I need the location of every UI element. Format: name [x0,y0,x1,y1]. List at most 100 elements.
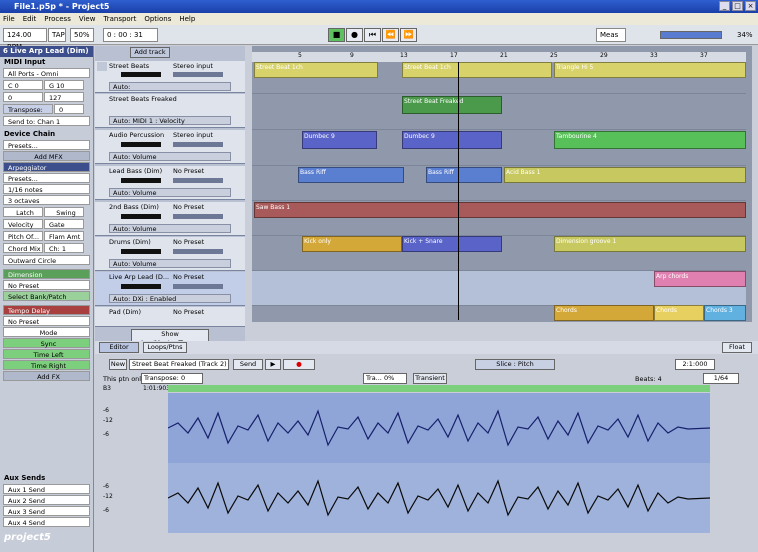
clip-acid-bass[interactable]: Acid Bass 1 [504,167,746,183]
tempo-delay-preset-select[interactable]: No Preset [3,316,90,326]
clip-street-beat-1[interactable]: Street Beat 1ch [254,62,378,78]
latch-button[interactable]: Latch [3,207,43,217]
minimize-button[interactable]: _ [719,1,730,11]
tempo-display[interactable]: 124.00 BPM [3,28,47,51]
new-pattern-button[interactable]: New [109,359,127,370]
arp-notes-select[interactable]: 1/16 notes [3,184,90,194]
clip-tambourine[interactable]: Tambourine 4 [554,131,746,149]
record-pattern-button[interactable]: ● [283,359,315,370]
clip-dumbec-2[interactable]: Dumbec 9 [402,131,502,149]
timeline-ruler[interactable]: 5 9 13 17 21 25 29 33 37 [252,52,746,62]
tap-button[interactable]: TAP [48,28,66,42]
dimension-header[interactable]: Dimension [3,269,90,279]
waveform-area[interactable] [167,393,711,533]
add-fx-button[interactable]: Add FX [3,371,90,381]
record-button[interactable]: ● [346,28,363,42]
rewind-button[interactable]: ⏪ [382,28,399,42]
add-mfx-button[interactable]: Add MFX [3,151,90,161]
channel-select[interactable]: Ch: 1 [44,243,84,253]
menu-transport[interactable]: Transport [103,13,136,25]
rewind-start-button[interactable]: ⏮ [364,28,381,42]
volume-slider[interactable] [173,142,223,147]
clip-dimension-groove[interactable]: Dimension groove 1 [554,236,746,252]
track-preset[interactable]: Stereo input [173,131,213,139]
track-preset[interactable]: No Preset [173,167,204,175]
gate-button[interactable]: Gate [44,219,84,229]
maximize-button[interactable]: □ [732,1,743,11]
transient-button[interactable]: Transient [413,373,447,384]
aux-1-send[interactable]: Aux 1 Send [3,484,90,494]
track-preset[interactable]: No Preset [173,308,204,316]
aux-2-send[interactable]: Aux 2 Send [3,495,90,505]
loop-region-bar[interactable] [168,385,710,392]
clip-street-beat-2[interactable]: Street Beat 1ch [402,62,552,78]
pattern-select[interactable]: Street Beat Freaked (Track 2) [129,359,229,370]
slice-mode-select[interactable]: Slice : Pitch [475,359,555,370]
td-param-time-right[interactable]: Time Right [3,360,90,370]
clip-bass-riff-1[interactable]: Bass Riff [298,167,404,183]
send-button[interactable]: Send [233,359,263,370]
clip-bass-riff-2[interactable]: Bass Riff [426,167,502,183]
time-display[interactable]: 0 : 00 : 31 [103,28,158,42]
add-track-button[interactable]: Add track [130,47,170,58]
track-row-6-selected[interactable]: Live Arp Lead (D... No Preset Auto: DXi … [95,272,245,306]
clip-triangle-hi[interactable]: Triangle Hi 5 [554,62,746,78]
arp-octaves-select[interactable]: 3 octaves [3,195,90,205]
volume-slider[interactable] [173,249,223,254]
send-to-select[interactable]: Send to: Chan 1 [3,116,90,126]
track-preset[interactable]: Stereo input [173,62,213,70]
dimension-preset-select[interactable]: No Preset [3,280,90,290]
meas-select[interactable]: Meas [596,28,626,42]
track-preset[interactable]: No Preset [173,203,204,211]
menu-help[interactable]: Help [179,13,195,25]
volume-slider[interactable] [173,284,223,289]
grid-select[interactable]: 1/64 [703,373,739,384]
pitch-offset-button[interactable]: Pitch Of... [3,231,43,241]
zoom-slider[interactable] [660,31,722,39]
menu-view[interactable]: View [79,13,96,25]
automation-select[interactable]: Auto: [109,82,231,91]
clip-chords-1[interactable]: Chords [554,305,654,321]
float-button[interactable]: Float [722,342,752,353]
high-note-field[interactable]: G 10 [44,80,84,90]
volume-slider[interactable] [173,214,223,219]
clip-arp-chords[interactable]: Arp chords [654,271,746,287]
forward-button[interactable]: ⏩ [400,28,417,42]
high-velocity-field[interactable]: 127 [44,92,84,102]
track-row-4[interactable]: 2nd Bass (Dim) No Preset Auto: Volume [95,202,245,236]
device-presets-select[interactable]: Presets... [3,140,90,150]
dimension-bank-select[interactable]: Select Bank/Patch [3,291,90,301]
playhead[interactable] [458,52,459,320]
clip-dumbec-1[interactable]: Dumbec 9 [302,131,377,149]
menu-edit[interactable]: Edit [23,13,37,25]
transpose-button[interactable]: Transpose: [3,104,53,114]
arranger-grid[interactable]: Street Beat 1ch Street Beat 1ch Triangle… [252,46,752,322]
close-button[interactable]: × [745,1,756,11]
menu-file[interactable]: File [3,13,15,25]
automation-select[interactable]: Auto: MIDI 1 : Velocity [109,116,231,125]
track-preset[interactable]: No Preset [173,273,204,281]
tra-field[interactable]: Tra... 0% [363,373,407,384]
clip-street-beat-freaked[interactable]: Street Beat Freaked [402,96,502,114]
aux-4-send[interactable]: Aux 4 Send [3,517,90,527]
track-row-3[interactable]: Lead Bass (Dim) No Preset Auto: Volume [95,166,245,200]
track-row-7[interactable]: Pad (Dim) No Preset [95,307,245,327]
play-pattern-button[interactable]: ▶ [265,359,281,370]
clip-kick-snare[interactable]: Kick + Snare [402,236,502,252]
clip-chords-2[interactable]: Chords [654,305,704,321]
low-velocity-field[interactable]: 0 [3,92,43,102]
menu-options[interactable]: Options [144,13,171,25]
editor-tab[interactable]: Editor [99,342,139,353]
volume-slider[interactable] [173,178,223,183]
td-param-time-left[interactable]: Time Left [3,349,90,359]
track-row-1[interactable]: Street Beats Stereo input Auto: [95,61,245,93]
volume-slider[interactable] [173,72,223,77]
arp-presets-select[interactable]: Presets... [3,173,90,183]
automation-select[interactable]: Auto: Volume [109,224,231,233]
menu-process[interactable]: Process [44,13,71,25]
automation-select[interactable]: Auto: Volume [109,152,231,161]
aux-3-send[interactable]: Aux 3 Send [3,506,90,516]
clip-saw-bass[interactable]: Saw Bass 1 [254,202,746,218]
automation-select[interactable]: Auto: Volume [109,259,231,268]
position-display[interactable]: 2:1:000 [675,359,715,370]
